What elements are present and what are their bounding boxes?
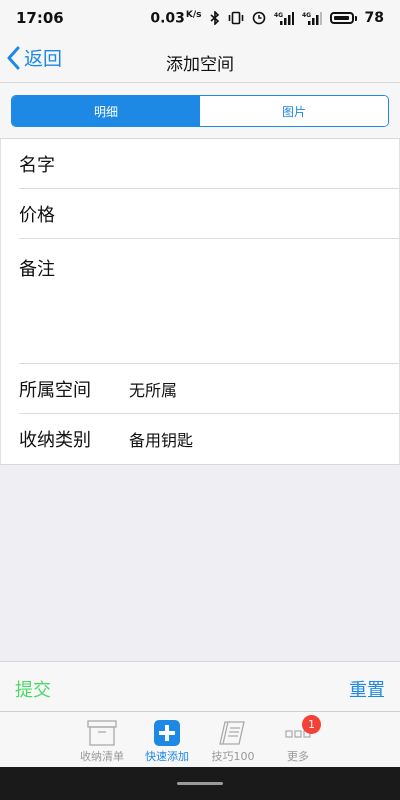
price-label: 价格 <box>19 205 55 226</box>
bluetooth-icon <box>209 11 219 25</box>
tab-quick-add-label: 快速添加 <box>145 750 189 763</box>
status-time: 17:06 <box>16 9 64 27</box>
tab-storage-list[interactable]: 收纳清单 <box>72 718 132 764</box>
notification-badge: 1 <box>302 715 321 734</box>
box-icon <box>86 718 118 748</box>
book-icon <box>217 718 249 748</box>
nav-bar: 返回 添加空间 <box>0 36 400 83</box>
type-label: 收纳类别 <box>19 430 91 451</box>
price-input[interactable] <box>101 189 389 239</box>
tab-pictures[interactable]: 图片 <box>200 96 388 126</box>
reset-button[interactable]: 重置 <box>349 676 385 702</box>
tab-storage-list-label: 收纳清单 <box>80 750 124 763</box>
alarm-icon <box>252 11 265 25</box>
tab-more[interactable]: 1 更多 <box>268 715 328 764</box>
note-label: 备注 <box>19 259 55 280</box>
network-speed-unit: K/s <box>185 9 202 20</box>
tab-more-label: 更多 <box>287 750 309 763</box>
system-nav-bar <box>0 767 400 800</box>
tab-tips[interactable]: 技巧100 <box>203 718 263 764</box>
action-bar: 提交 重置 <box>0 661 400 711</box>
name-row[interactable]: 名字 <box>1 139 399 189</box>
home-gesture-handle[interactable] <box>177 782 223 785</box>
submit-button[interactable]: 提交 <box>15 676 51 702</box>
vibrate-icon <box>228 11 243 25</box>
name-label: 名字 <box>19 155 55 176</box>
space-value[interactable]: 无所属 <box>129 377 177 401</box>
battery-level: 78 <box>364 10 384 26</box>
status-bar: 17:06 0.03K/s 4G 4G 78 <box>0 0 400 36</box>
space-row[interactable]: 所属空间 无所属 <box>1 364 399 414</box>
tab-details[interactable]: 明细 <box>12 96 200 126</box>
type-value[interactable]: 备用钥匙 <box>129 427 193 451</box>
signal-icon: 4G <box>302 12 322 25</box>
space-form: 名字 价格 备注 所属空间 无所属 收纳类别 备用钥匙 <box>0 139 400 465</box>
type-row[interactable]: 收纳类别 备用钥匙 <box>1 414 399 464</box>
tab-quick-add[interactable]: 快速添加 <box>137 718 197 764</box>
page-title: 添加空间 <box>166 55 234 75</box>
tab-tips-label: 技巧100 <box>211 750 255 763</box>
note-textarea[interactable] <box>101 239 389 364</box>
network-speed: 0.03K/s <box>150 9 202 27</box>
space-label: 所属空间 <box>19 380 91 401</box>
svg-text:4G: 4G <box>274 12 283 19</box>
svg-text:4G: 4G <box>302 12 311 19</box>
signal-4g-icon: 4G <box>274 12 294 25</box>
segmented-control: 明细 图片 <box>11 95 389 127</box>
price-row[interactable]: 价格 <box>1 189 399 239</box>
tab-bar: 收纳清单 快速添加 技巧100 1 更多 <box>0 711 400 767</box>
battery-icon <box>329 12 357 24</box>
plus-square-icon <box>153 718 181 748</box>
name-input[interactable] <box>101 139 389 189</box>
note-row[interactable]: 备注 <box>1 239 399 364</box>
status-icons: 0.03K/s 4G 4G 78 <box>150 10 384 27</box>
segment-container: 明细 图片 <box>0 83 400 139</box>
